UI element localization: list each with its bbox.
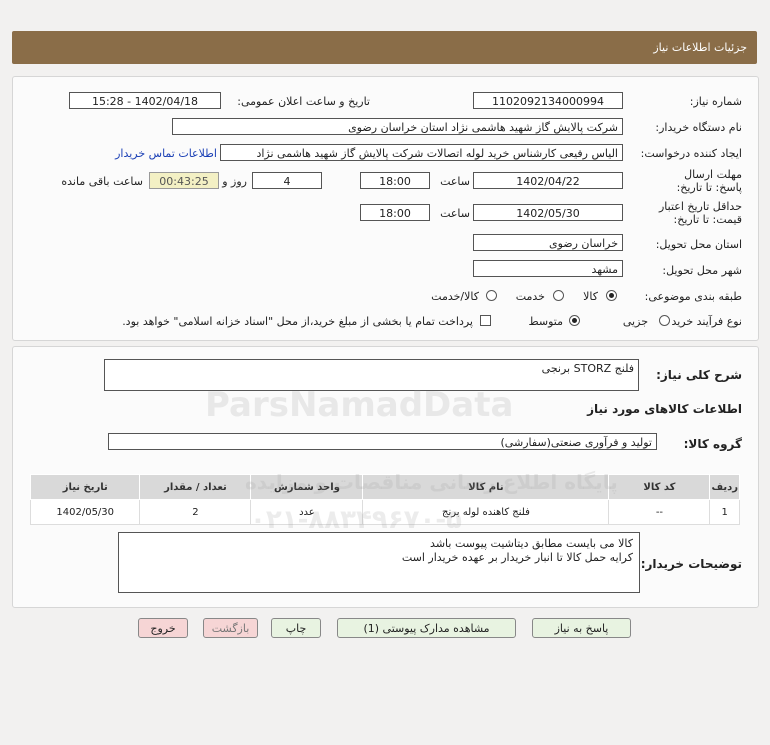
col-qty: تعداد / مقدار xyxy=(139,474,252,500)
delivery-city-field[interactable]: مشهد xyxy=(473,260,623,277)
delivery-place-field[interactable]: خراسان رضوی xyxy=(473,234,623,251)
reply-date-field[interactable]: 1402/04/22 xyxy=(473,172,623,189)
category-radio-goods-service[interactable] xyxy=(486,290,497,301)
remaining-label: ساعت باقی مانده xyxy=(61,175,143,188)
cell-date: 1402/05/30 xyxy=(29,499,141,525)
cell-code: -- xyxy=(608,499,711,525)
reply-button[interactable]: پاسخ به نیاز xyxy=(532,618,631,638)
buyer-contact-link[interactable]: اطلاعات تماس خریدار xyxy=(115,147,217,160)
category-radio-service[interactable] xyxy=(553,290,564,301)
remaining-time-field: 00:43:25 xyxy=(149,172,219,189)
page-header: جزئیات اطلاعات نیاز xyxy=(12,31,757,64)
days-field: 4 xyxy=(252,172,322,189)
creator-label: ایجاد کننده درخواست: xyxy=(640,147,742,160)
process-radio-minor[interactable] xyxy=(659,315,670,326)
announce-label: تاریخ و ساعت اعلان عمومی: xyxy=(237,95,370,108)
process-label: نوع فرآیند خرید : xyxy=(664,315,742,328)
goods-group-field: تولید و فرآوری صنعتی(سفارشی) xyxy=(108,433,657,450)
need-number-label: شماره نیاز: xyxy=(689,95,742,108)
buyer-notes-line1: کالا می بایست مطابق دیتاشیت پیوست باشد xyxy=(430,537,633,550)
back-button[interactable]: بازگشت xyxy=(203,618,258,638)
watermark-phone: ۰۲۱-۸۸۳۴۹۶۷۰-۵ xyxy=(250,505,463,535)
validity-date-field[interactable]: 1402/05/30 xyxy=(473,204,623,221)
summary-label: شرح کلی نیاز: xyxy=(656,368,742,382)
category-radio-goods[interactable] xyxy=(606,290,617,301)
buyer-notes-label: توضیحات خریدار: xyxy=(640,557,742,571)
payment-note: پرداخت تمام یا بخشی از مبلغ خرید،از محل … xyxy=(122,315,473,328)
validity-time-field[interactable]: 18:00 xyxy=(360,204,430,221)
cell-row: 1 xyxy=(709,499,740,525)
goods-info-title: اطلاعات کالاهای مورد نیاز xyxy=(587,402,742,416)
watermark-brand: ParsNamadData xyxy=(205,385,514,425)
creator-field[interactable]: الیاس رفیعی کارشناس خرید لوله اتصالات شر… xyxy=(220,144,623,161)
category-option-service: خدمت xyxy=(515,290,545,303)
exit-button[interactable]: خروج xyxy=(138,618,188,638)
goods-group-label: گروه کالا: xyxy=(683,437,742,451)
attachments-button[interactable]: مشاهده مدارک پیوستی (1) xyxy=(337,618,516,638)
delivery-place-label: استان محل تحویل: xyxy=(655,238,742,251)
delivery-city-label: شهر محل تحویل: xyxy=(662,264,742,277)
treasury-checkbox[interactable] xyxy=(480,315,491,326)
buyer-org-field[interactable]: شرکت پالایش گاز شهید هاشمی نژاد استان خر… xyxy=(172,118,623,135)
process-radio-medium[interactable] xyxy=(569,315,580,326)
watermark-line1: پایگاه اطلاع رسانی مناقصات و مزایده xyxy=(245,470,618,494)
reply-time-field[interactable]: 18:00 xyxy=(360,172,430,189)
reply-time-label: ساعت xyxy=(440,175,470,188)
validity-time-label: ساعت xyxy=(440,207,470,220)
col-code: کد کالا xyxy=(608,474,711,500)
process-option-medium: متوسط xyxy=(528,315,563,328)
validity-label: حداقل تاریخ اعتبار قیمت: تا تاریخ: xyxy=(658,200,742,226)
cell-qty: 2 xyxy=(139,499,252,525)
category-option-goods: کالا xyxy=(583,290,598,303)
reply-deadline-label: مهلت ارسال پاسخ: تا تاریخ: xyxy=(676,168,742,194)
col-row: ردیف xyxy=(709,474,740,500)
category-option-goods-service: کالا/خدمت xyxy=(431,290,479,303)
days-label: روز و xyxy=(222,175,247,188)
page-title: جزئیات اطلاعات نیاز xyxy=(653,41,747,54)
buyer-notes-line2: کرایه حمل کالا تا انبار خریدار بر عهده خ… xyxy=(401,551,633,564)
process-option-minor: جزیی xyxy=(622,315,648,328)
buyer-notes-box: کالا می بایست مطابق دیتاشیت پیوست باشد ک… xyxy=(118,532,640,593)
category-label: طبقه بندی موضوعی: xyxy=(644,290,742,303)
announce-field[interactable]: 1402/04/18 - 15:28 xyxy=(69,92,221,109)
buyer-org-label: نام دستگاه خریدار: xyxy=(655,121,742,134)
col-date: تاریخ نیاز xyxy=(29,474,141,500)
need-number-field[interactable]: 1102092134000994 xyxy=(473,92,623,109)
print-button[interactable]: چاپ xyxy=(271,618,321,638)
